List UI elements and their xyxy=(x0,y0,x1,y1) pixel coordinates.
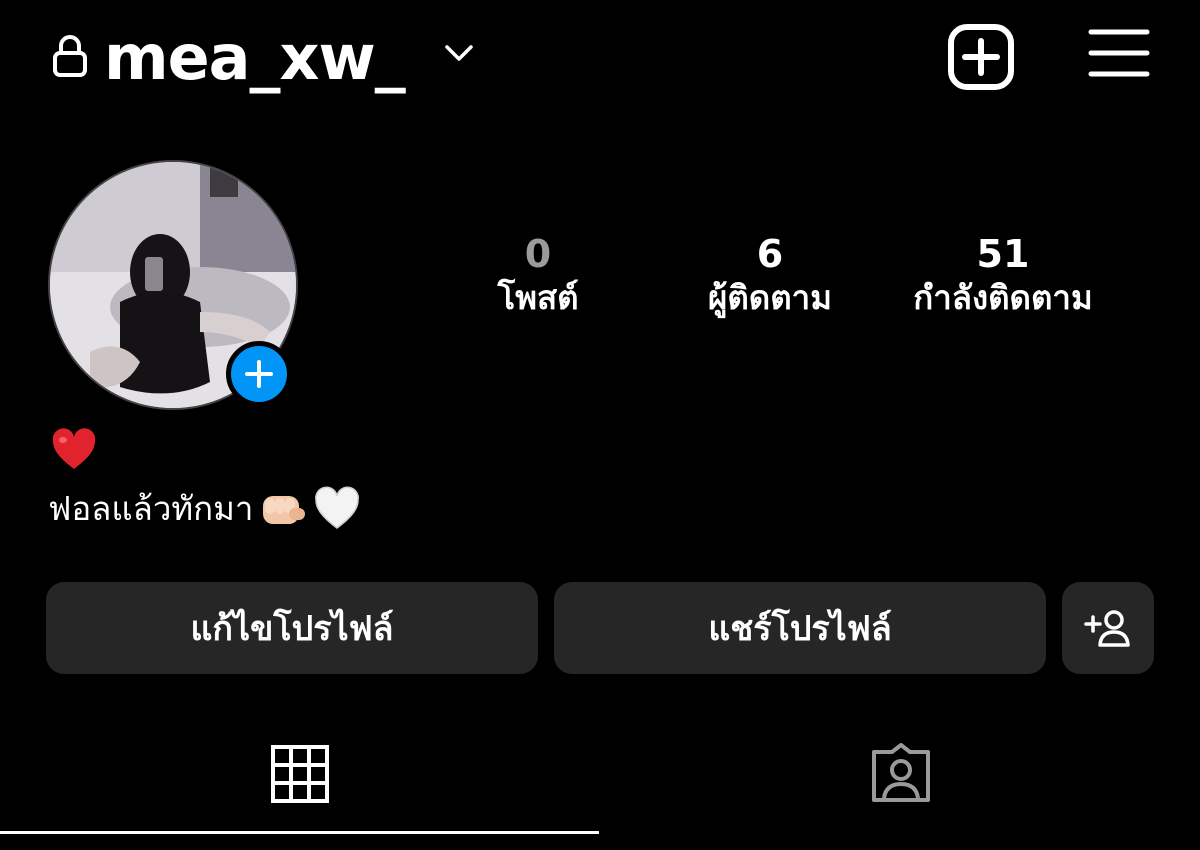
fist-emoji: 👊🏻 xyxy=(259,486,307,532)
add-post-icon[interactable] xyxy=(947,23,1015,91)
profile-username[interactable]: mea_xw_ xyxy=(104,18,406,98)
add-user-icon xyxy=(1084,610,1130,647)
posts-label: โพสต์ xyxy=(497,278,579,317)
followers-stat[interactable]: 6 ผู้ติดตาม xyxy=(690,232,850,320)
plus-icon xyxy=(245,360,273,388)
edit-profile-button[interactable]: แก้ไขโปรไฟล์ xyxy=(46,582,538,674)
following-count: 51 xyxy=(976,232,1030,276)
chevron-down-icon[interactable] xyxy=(444,42,474,64)
lock-icon xyxy=(52,34,88,78)
following-label: กำลังติดตาม xyxy=(913,278,1093,317)
followers-label: ผู้ติดตาม xyxy=(708,278,832,317)
share-profile-button[interactable]: แชร์โปรไฟล์ xyxy=(554,582,1046,674)
posts-count: 0 xyxy=(524,232,552,276)
white-heart-emoji: 🤍 xyxy=(313,486,361,532)
active-tab-indicator xyxy=(0,831,599,834)
discover-people-button[interactable] xyxy=(1062,582,1154,674)
bio-line-text: ฟอลแล้วทักมา xyxy=(48,489,254,528)
bio-text: ฟอลแล้วทักมา 👊🏻 🤍 xyxy=(48,484,361,534)
followers-count: 6 xyxy=(756,232,784,276)
grid-icon[interactable] xyxy=(271,745,329,803)
tagged-icon[interactable] xyxy=(868,742,934,804)
posts-stat[interactable]: 0 โพสต์ xyxy=(468,232,608,320)
hamburger-menu-icon[interactable] xyxy=(1088,27,1150,79)
bio-heart-emoji: ❤️ xyxy=(50,426,98,474)
add-story-button[interactable] xyxy=(226,341,292,407)
following-stat[interactable]: 51 กำลังติดตาม xyxy=(890,232,1116,320)
